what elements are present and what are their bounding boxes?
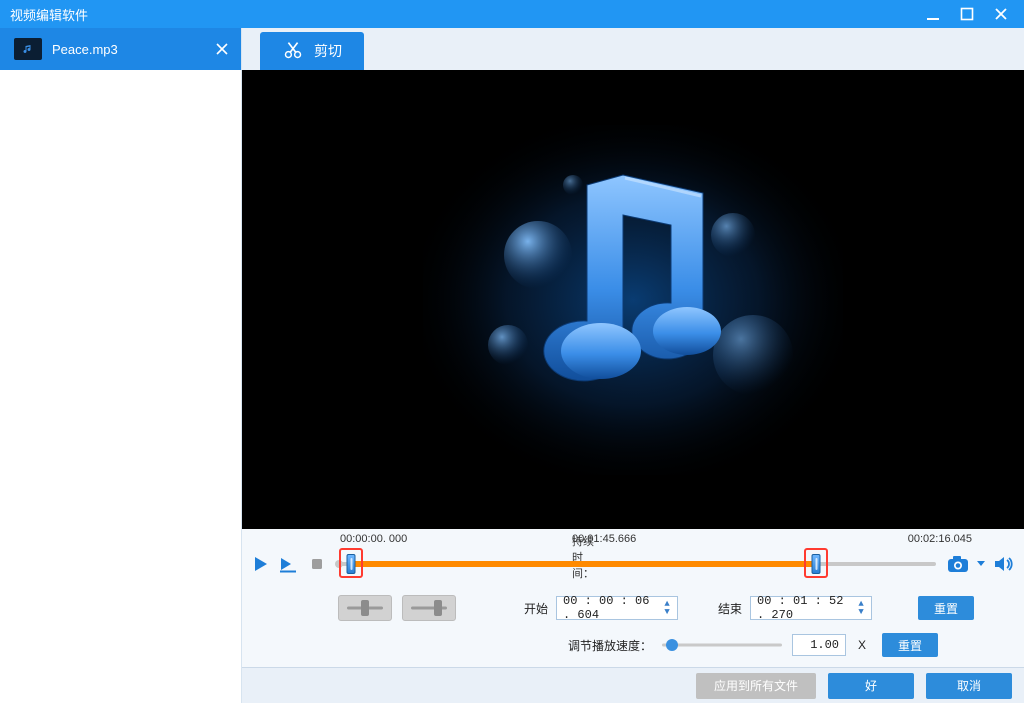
cancel-button[interactable]: 取消 — [926, 673, 1012, 699]
window-close-button[interactable] — [984, 0, 1018, 28]
end-time-value: 00 : 01 : 52 . 270 — [757, 594, 851, 622]
app-title: 视频编辑软件 — [10, 5, 916, 24]
file-thumbnail-icon — [14, 38, 42, 60]
end-time-input[interactable]: 00 : 01 : 52 . 270 ▲ ▼ — [750, 596, 872, 620]
stop-button[interactable] — [306, 553, 328, 575]
trim-start-handle[interactable] — [347, 554, 356, 574]
app-window: 视频编辑软件 Peace.mp3 — [0, 0, 1024, 703]
cut-tab-label: 剪切 — [314, 41, 342, 61]
volume-button[interactable] — [992, 553, 1016, 575]
end-time-spinner[interactable]: ▲ ▼ — [855, 600, 867, 616]
file-close-button[interactable] — [213, 40, 231, 58]
apply-all-button[interactable]: 应用到所有文件 — [696, 673, 816, 699]
main-panel: 剪切 — [242, 28, 1024, 703]
preview-area[interactable] — [242, 70, 1024, 529]
trim-end-handle[interactable] — [812, 554, 821, 574]
start-time-input[interactable]: 00 : 00 : 06 . 604 ▲ ▼ — [556, 596, 678, 620]
speed-row: 调节播放速度： 1.00 X 重置 — [242, 625, 1024, 661]
body: Peace.mp3 剪切 — [0, 28, 1024, 703]
zoom-buttons — [338, 595, 456, 621]
start-time-value: 00 : 00 : 06 . 604 — [563, 594, 657, 622]
speed-slider-knob[interactable] — [666, 639, 678, 651]
speed-slider-track — [662, 644, 782, 647]
zoom-in-button[interactable] — [338, 595, 392, 621]
start-label: 开始 — [524, 600, 548, 617]
file-name: Peace.mp3 — [52, 42, 213, 57]
playhead-time-label: 00:00:00. 000 — [340, 533, 407, 545]
snapshot-button[interactable] — [946, 553, 970, 575]
total-duration-label: 00:02:16.045 — [908, 533, 972, 545]
toolbar: 剪切 — [242, 28, 1024, 70]
music-note-art-icon — [242, 70, 1024, 529]
trim-reset-button[interactable]: 重置 — [918, 596, 974, 620]
play-selection-button[interactable] — [278, 553, 300, 575]
play-button[interactable] — [250, 553, 272, 575]
sidebar: Peace.mp3 — [0, 28, 242, 703]
zoom-out-button[interactable] — [402, 595, 456, 621]
scissors-icon — [282, 39, 304, 64]
timeline-track[interactable] — [338, 552, 936, 576]
end-label: 结束 — [718, 600, 742, 617]
speed-slider[interactable] — [662, 636, 782, 654]
spin-down-icon[interactable]: ▼ — [855, 608, 867, 616]
titlebar: 视频编辑软件 — [0, 0, 1024, 28]
speed-label: 调节播放速度： — [568, 637, 652, 654]
footer: 应用到所有文件 好 取消 — [242, 667, 1024, 703]
start-time-spinner[interactable]: ▲ ▼ — [661, 600, 673, 616]
timeline-row — [242, 547, 1024, 581]
time-labels: 00:00:00. 000 持续时间：00:01:45.666 00:02:16… — [242, 529, 1024, 547]
speed-unit: X — [858, 638, 866, 652]
controls-panel: 00:00:00. 000 持续时间：00:01:45.666 00:02:16… — [242, 529, 1024, 667]
chevron-down-icon[interactable] — [976, 554, 986, 575]
trim-fields: 开始 00 : 00 : 06 . 604 ▲ ▼ 结束 — [524, 596, 974, 620]
ok-button[interactable]: 好 — [828, 673, 914, 699]
speed-value-input[interactable]: 1.00 — [792, 634, 846, 656]
window-minimize-button[interactable] — [916, 0, 950, 28]
speed-reset-button[interactable]: 重置 — [882, 633, 938, 657]
file-tab[interactable]: Peace.mp3 — [0, 28, 241, 70]
preview-wrap: 00:00:00. 000 持续时间：00:01:45.666 00:02:16… — [242, 70, 1024, 667]
spin-down-icon[interactable]: ▼ — [661, 608, 673, 616]
cut-tab[interactable]: 剪切 — [260, 32, 364, 70]
window-maximize-button[interactable] — [950, 0, 984, 28]
trim-fields-row: 开始 00 : 00 : 06 . 604 ▲ ▼ 结束 — [242, 581, 1024, 625]
timeline-selection-range — [350, 561, 816, 567]
